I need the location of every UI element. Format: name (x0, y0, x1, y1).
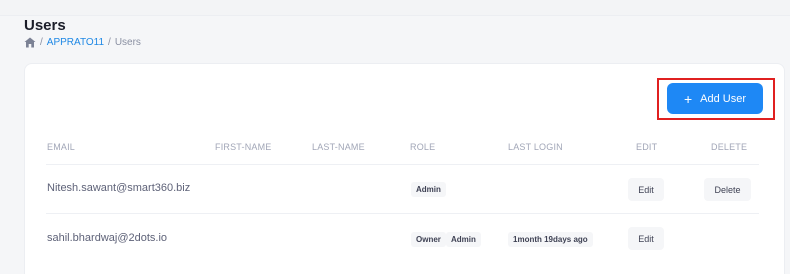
last-login-badge: 1month 19days ago (508, 232, 593, 247)
add-user-label: Add User (700, 92, 747, 105)
breadcrumb-separator: / (40, 37, 43, 48)
row-divider (46, 164, 759, 165)
role-badge-owner: Owner (411, 232, 446, 247)
header-first-name: FIRST-NAME (215, 142, 272, 152)
header-delete: DELETE (711, 142, 748, 152)
header-email: EMAIL (47, 142, 76, 152)
edit-button[interactable]: Edit (628, 178, 664, 201)
role-badge-admin: Admin (411, 182, 446, 197)
table-row-2-email: sahil.bhardwaj@2dots.io (47, 232, 168, 244)
table-row-1-email: Nitesh.sawant@smart360.biz (47, 182, 191, 194)
breadcrumb-current: Users (114, 37, 141, 48)
edit-button[interactable]: Edit (628, 227, 664, 250)
header-role: ROLE (410, 142, 436, 152)
role-badge-admin: Admin (446, 232, 481, 247)
breadcrumb-link-apprato11[interactable]: APPRATO11 (47, 37, 104, 48)
add-user-button[interactable]: + Add User (667, 83, 763, 114)
header-last-name: LAST-NAME (312, 142, 365, 152)
page-title: Users (24, 17, 66, 34)
breadcrumb-separator: / (108, 37, 111, 48)
header-last-login: LAST LOGIN (508, 142, 563, 152)
delete-button[interactable]: Delete (704, 178, 751, 201)
header-edit: EDIT (636, 142, 658, 152)
breadcrumb: / APPRATO11 / Users (24, 37, 141, 48)
plus-icon: + (683, 90, 693, 107)
top-bar (0, 0, 790, 16)
home-icon[interactable] (24, 37, 36, 48)
row-divider (46, 213, 759, 214)
